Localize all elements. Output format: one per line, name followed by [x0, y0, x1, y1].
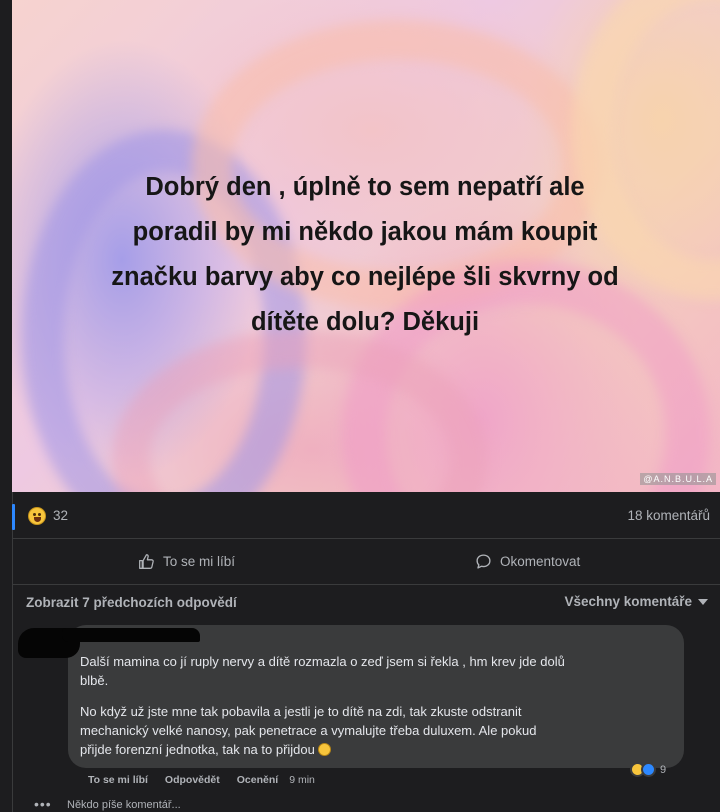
- like-button[interactable]: To se mi líbí: [138, 550, 235, 572]
- typing-dots-icon: •••: [34, 796, 52, 812]
- comment-rate-link[interactable]: Ocenění: [237, 774, 278, 786]
- comment-line: přijde forenzní jednotka, tak na to přij…: [80, 742, 315, 757]
- comment-line: mechanický velké nanosy, pak penetrace a…: [80, 723, 537, 738]
- thumbs-up-icon: [139, 553, 154, 569]
- like-reaction-icon: [641, 762, 656, 777]
- divider: [12, 538, 720, 539]
- comment-timestamp[interactable]: 9 min: [289, 774, 315, 786]
- divider: [12, 584, 720, 585]
- caret-down-icon: [698, 598, 708, 605]
- comment-line: No když už jste mne tak pobavila a jestl…: [80, 704, 522, 719]
- comment-button[interactable]: Okomentovat: [475, 550, 580, 572]
- post-image-text: Dobrý den , úplně to sem nepatří ale por…: [50, 165, 680, 345]
- scroll-indicator: [12, 504, 15, 530]
- watermark: @A.N.B.U.L.A: [640, 473, 716, 485]
- reaction-count[interactable]: 32: [53, 508, 68, 523]
- haha-emoji-icon[interactable]: [28, 507, 46, 525]
- speech-bubble-icon: [476, 553, 491, 569]
- comment-reply-link[interactable]: Odpovědět: [165, 774, 220, 786]
- comment-count[interactable]: 18 komentářů: [627, 508, 710, 523]
- grin-emoji-icon: [317, 743, 331, 756]
- comment-like-link[interactable]: To se mi líbí: [88, 774, 148, 786]
- comment-filter-label: Všechny komentáře: [564, 594, 692, 609]
- comment-line: blbě.: [80, 673, 109, 688]
- redacted-author-name: [62, 628, 200, 642]
- comment-paragraph: Další mamina co jí ruply nervy a dítě ro…: [80, 652, 680, 690]
- typing-indicator: Někdo píše komentář...: [67, 799, 181, 811]
- comment-line: Další mamina co jí ruply nervy a dítě ro…: [80, 654, 565, 669]
- comment-label: Okomentovat: [500, 553, 581, 569]
- comment-reactions[interactable]: 9: [630, 762, 666, 777]
- post-text-line: poradil by mi někdo jakou mám koupit: [132, 218, 598, 246]
- comment-actions: To se mi líbí Odpovědět Ocenění 9 min: [88, 774, 315, 786]
- post-text-line: dítěte dolu? Děkuji: [250, 308, 480, 336]
- comment-reaction-count: 9: [660, 763, 667, 776]
- post-text-line: Dobrý den , úplně to sem nepatří ale: [145, 173, 585, 201]
- comment-line-with-emoji: přijde forenzní jednotka, tak na to přij…: [80, 740, 680, 759]
- comment-paragraph: No když už jste mne tak pobavila a jestl…: [80, 702, 680, 759]
- like-label: To se mi líbí: [163, 553, 236, 569]
- comment-filter-dropdown[interactable]: Všechny komentáře: [564, 594, 708, 609]
- view-previous-replies-link[interactable]: Zobrazit 7 předchozích odpovědí: [26, 595, 237, 610]
- post-text-line: značku barvy aby co nejlépe šli skvrny o…: [111, 263, 619, 291]
